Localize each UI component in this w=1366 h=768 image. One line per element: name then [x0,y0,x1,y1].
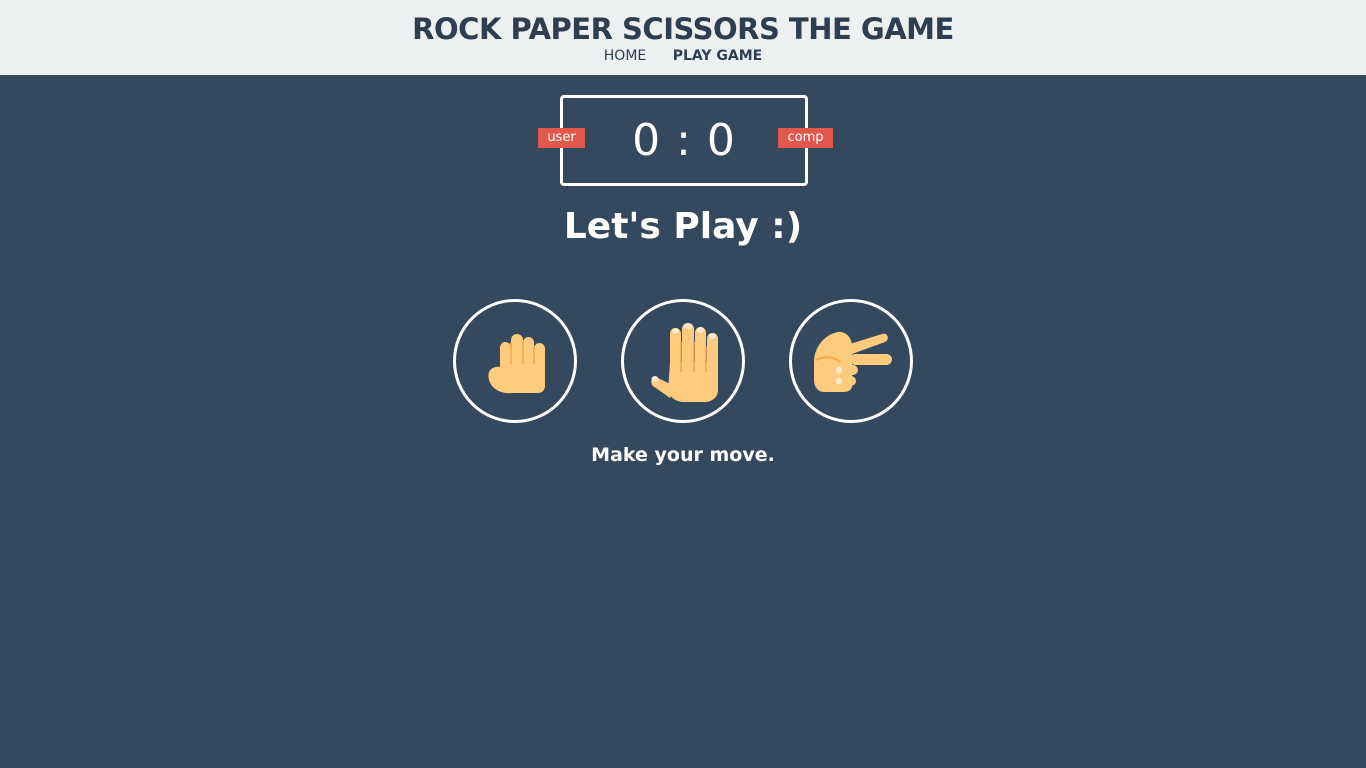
nav-home-link[interactable]: HOME [604,47,646,65]
user-badge: user [538,128,585,148]
score-display: 0 : 0 [632,115,736,166]
nav-play-game-link[interactable]: PLAY GAME [673,47,763,65]
result-message: Let's Play :) [563,206,803,247]
scissors-button[interactable] [789,299,913,423]
peace-hand-icon [814,331,892,392]
action-message: Make your move. [591,444,775,466]
open-hand-icon [651,323,718,402]
paper-button[interactable] [621,299,745,423]
site-header: ROCK PAPER SCISSORS THE GAME HOME PLAY G… [0,0,1366,75]
scoreboard: 0 : 0 [560,95,808,186]
fist-icon [488,334,545,394]
site-title: ROCK PAPER SCISSORS THE GAME [412,12,954,46]
main-nav: HOME PLAY GAME [0,47,1366,65]
comp-badge: comp [778,128,833,148]
rock-button[interactable] [453,299,577,423]
